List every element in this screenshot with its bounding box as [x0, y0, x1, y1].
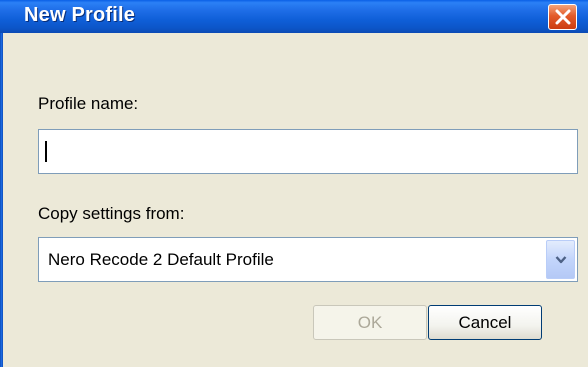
close-icon: [555, 9, 571, 25]
text-caret: [45, 141, 47, 162]
cancel-button[interactable]: Cancel: [428, 305, 542, 340]
dialog-title: New Profile: [24, 4, 136, 26]
chevron-down-icon: [555, 256, 567, 264]
new-profile-dialog: New Profile Profile name: Copy settings …: [0, 0, 588, 367]
ok-button[interactable]: OK: [313, 305, 427, 340]
profile-name-input[interactable]: [38, 129, 578, 174]
window-border: [0, 33, 3, 367]
close-button[interactable]: [548, 4, 577, 30]
copy-settings-selected-value: Nero Recode 2 Default Profile: [48, 250, 274, 269]
copy-settings-dropdown[interactable]: Nero Recode 2 Default Profile: [38, 237, 578, 282]
dropdown-arrow-button[interactable]: [546, 240, 575, 279]
copy-settings-label: Copy settings from:: [38, 204, 185, 223]
title-bar[interactable]: New Profile: [0, 0, 588, 33]
profile-name-label: Profile name:: [38, 94, 139, 113]
